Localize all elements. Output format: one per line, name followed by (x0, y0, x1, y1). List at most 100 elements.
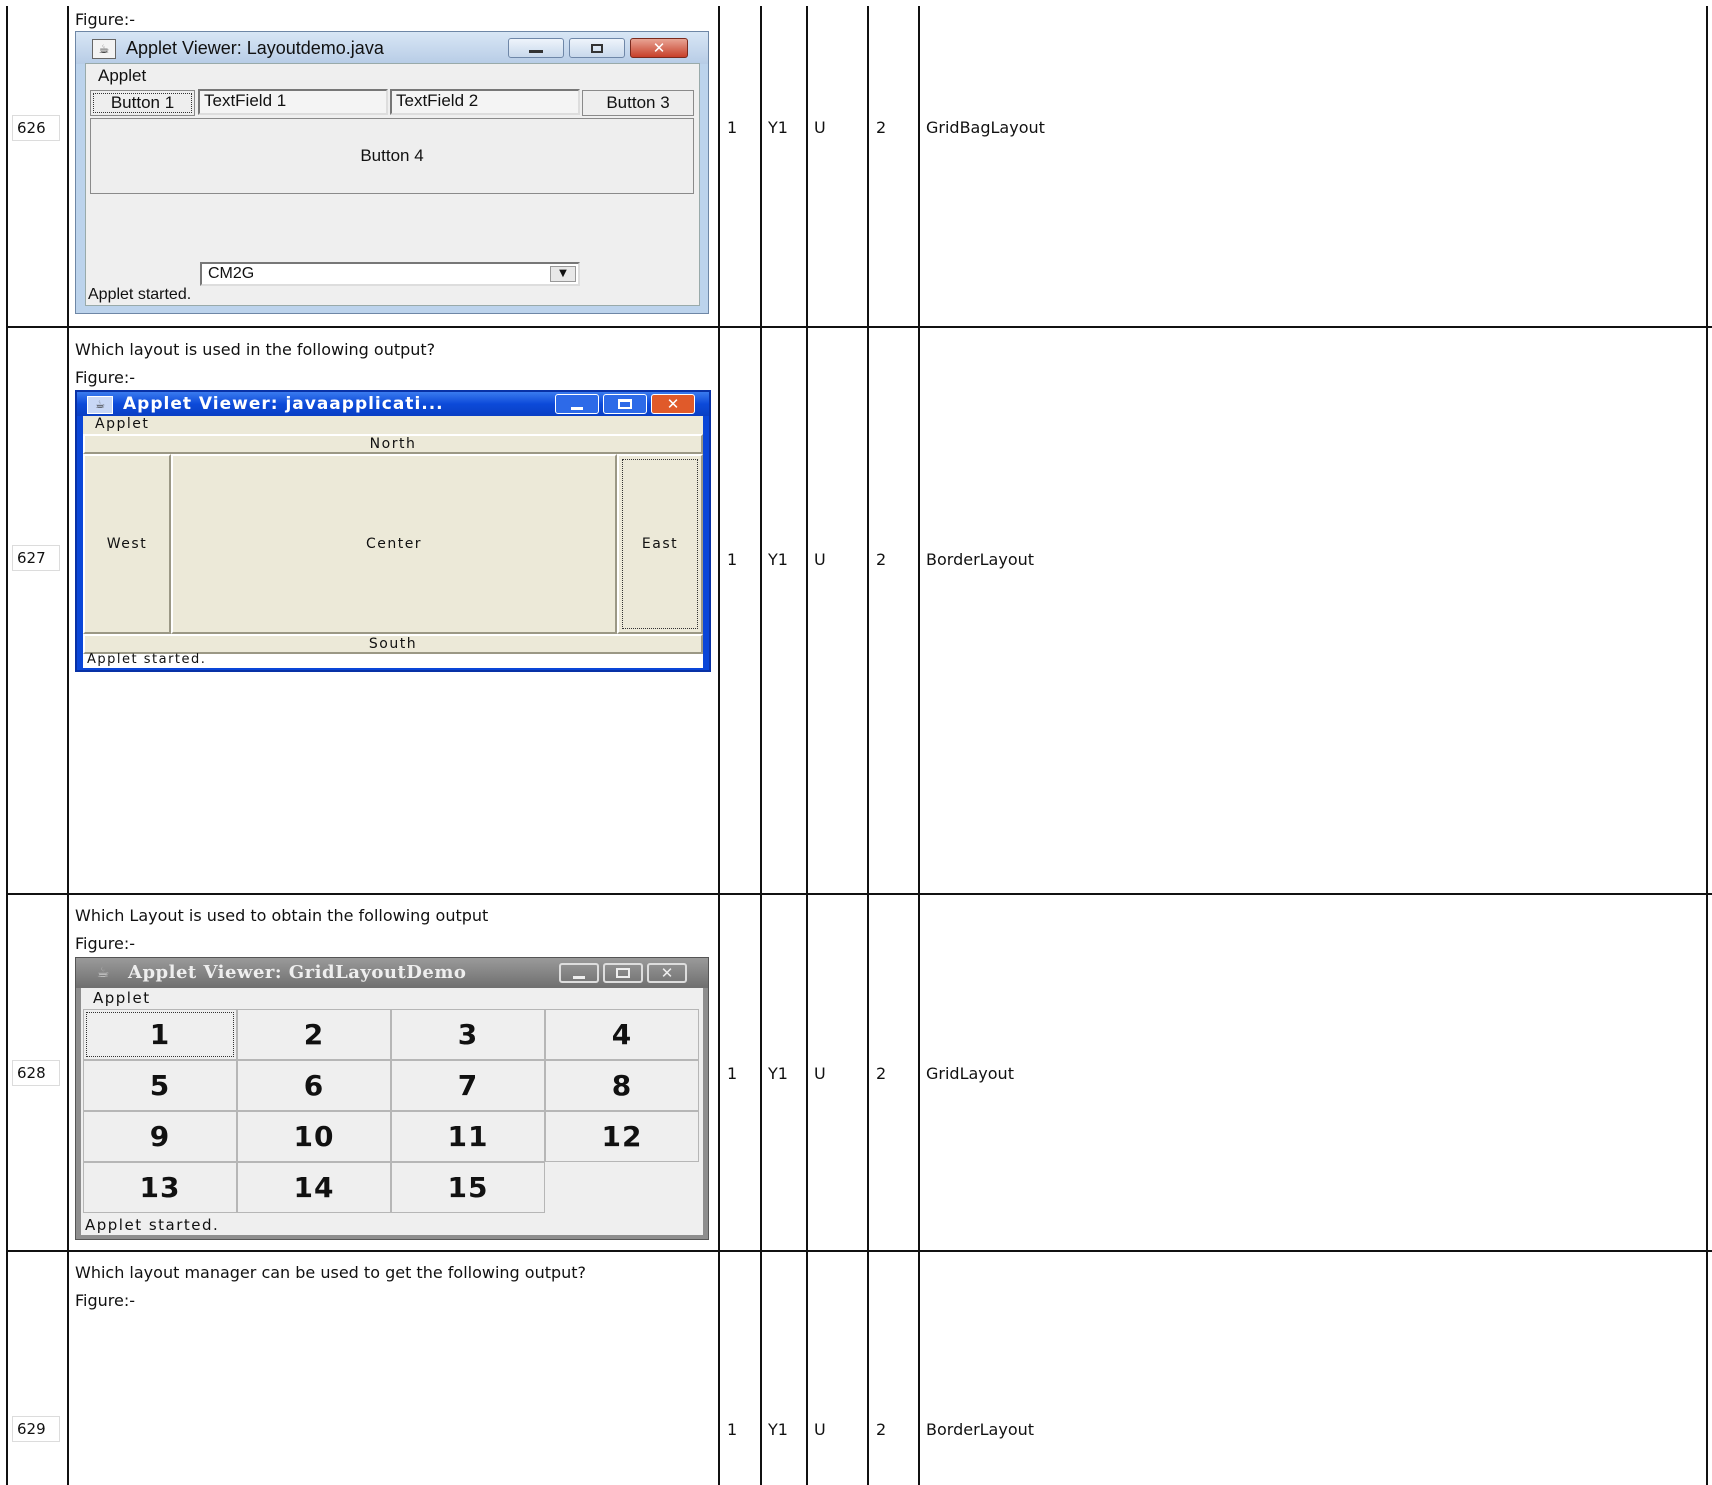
maximize-icon[interactable] (603, 394, 647, 414)
col-divider (6, 6, 8, 1485)
col-divider (760, 6, 762, 1485)
question-id: 629 (12, 1416, 60, 1442)
applet-menu[interactable]: Applet (93, 989, 151, 1007)
applet-menu[interactable]: Applet (95, 416, 149, 432)
button-1[interactable]: Button 1 (90, 90, 195, 116)
applet-window-gridbag: ☕ Applet Viewer: Layoutdemo.java ✕ Apple… (75, 31, 709, 314)
java-icon: ☕ (92, 39, 116, 59)
grid-button[interactable]: 15 (391, 1162, 545, 1213)
col-divider (806, 6, 808, 1485)
col4-value: 2 (876, 118, 887, 137)
question-id: 627 (12, 545, 60, 571)
col4-value: 2 (876, 1064, 887, 1083)
answer-text: GridLayout (926, 1064, 1014, 1083)
col3-value: U (814, 1420, 826, 1439)
col-divider (867, 6, 869, 1485)
java-icon: ☕ (96, 965, 110, 981)
grid-button[interactable]: 8 (545, 1060, 699, 1111)
south-button[interactable]: South (83, 634, 703, 654)
grid-button[interactable]: 9 (83, 1111, 237, 1162)
row-divider (6, 1250, 1712, 1252)
figure-label: Figure:- (75, 1291, 136, 1310)
grid-button[interactable]: 13 (83, 1162, 237, 1213)
col1-value: 1 (727, 1064, 738, 1083)
col-divider (67, 6, 69, 1485)
answer-text: BorderLayout (926, 550, 1035, 569)
window-titlebar: ☕ Applet Viewer: Layoutdemo.java ✕ (76, 32, 708, 64)
combo-box[interactable]: CM2G ▼ (200, 262, 580, 286)
minimize-icon[interactable] (559, 963, 599, 983)
center-button[interactable]: Center (171, 454, 617, 634)
minimize-icon[interactable] (555, 394, 599, 414)
row-divider (6, 326, 1712, 328)
applet-window-grid: ☕ Applet Viewer: GridLayoutDemo ✕ Applet… (75, 957, 709, 1240)
button-4[interactable]: Button 4 (90, 118, 694, 194)
grid-button[interactable]: 10 (237, 1111, 391, 1162)
answer-text: BorderLayout (926, 1420, 1035, 1439)
window-titlebar: ☕ Applet Viewer: javaapplicati... ✕ (77, 392, 709, 416)
minimize-icon[interactable] (508, 38, 564, 58)
applet-content: Applet Button 1 TextField 1 TextField 2 … (85, 63, 700, 306)
question-text: Which layout is used in the following ou… (75, 340, 436, 359)
grid-button[interactable]: 3 (391, 1009, 545, 1060)
col4-value: 2 (876, 1420, 887, 1439)
col4-value: 2 (876, 550, 887, 569)
col2-value: Y1 (768, 118, 788, 137)
status-text: Applet started. (88, 286, 192, 303)
col2-value: Y1 (768, 1064, 788, 1083)
col2-value: Y1 (768, 550, 788, 569)
close-icon[interactable]: ✕ (647, 963, 687, 983)
chevron-down-icon[interactable]: ▼ (550, 266, 576, 282)
question-id: 626 (12, 115, 60, 141)
row-divider (6, 893, 1712, 895)
col-divider (918, 6, 920, 1485)
col3-value: U (814, 550, 826, 569)
close-icon[interactable]: ✕ (651, 394, 695, 414)
col3-value: U (814, 118, 826, 137)
combo-value: CM2G (208, 265, 255, 282)
applet-content: Applet 1 2 3 4 5 6 7 8 9 10 11 12 13 14 … (81, 988, 703, 1235)
grid-button[interactable]: 14 (237, 1162, 391, 1213)
west-button[interactable]: West (83, 454, 171, 634)
question-text: Which Layout is used to obtain the follo… (75, 906, 489, 925)
grid-button[interactable]: 12 (545, 1111, 699, 1162)
grid-button[interactable]: 5 (83, 1060, 237, 1111)
question-id: 628 (12, 1060, 60, 1086)
grid-button[interactable]: 4 (545, 1009, 699, 1060)
figure-label: Figure:- (75, 934, 136, 953)
applet-menu[interactable]: Applet (98, 66, 146, 86)
col3-value: U (814, 1064, 826, 1083)
col2-value: Y1 (768, 1420, 788, 1439)
col-divider (718, 6, 720, 1485)
east-button[interactable]: East (617, 454, 703, 634)
status-text: Applet started. (85, 1216, 220, 1234)
north-button[interactable]: North (83, 434, 703, 454)
window-titlebar: ☕ Applet Viewer: GridLayoutDemo ✕ (76, 958, 708, 988)
figure-label: Figure:- (75, 368, 136, 387)
grid-button[interactable]: 6 (237, 1060, 391, 1111)
java-icon: ☕ (87, 396, 113, 414)
grid-button[interactable]: 1 (83, 1009, 237, 1060)
window-title: Applet Viewer: GridLayoutDemo (128, 962, 467, 983)
col1-value: 1 (727, 118, 738, 137)
textfield-1[interactable]: TextField 1 (198, 89, 388, 115)
window-title: Applet Viewer: javaapplicati... (123, 394, 444, 414)
applet-window-border: ☕ Applet Viewer: javaapplicati... ✕ Appl… (75, 390, 711, 672)
window-title: Applet Viewer: Layoutdemo.java (126, 38, 384, 58)
figure-label: Figure:- (75, 10, 136, 29)
col1-value: 1 (727, 1420, 738, 1439)
grid-button[interactable]: 7 (391, 1060, 545, 1111)
applet-content: Applet North West Center East South Appl… (83, 416, 703, 668)
button-3[interactable]: Button 3 (582, 90, 694, 116)
textfield-2[interactable]: TextField 2 (390, 89, 580, 115)
answer-text: GridBagLayout (926, 118, 1045, 137)
col-divider (1706, 6, 1708, 1485)
question-text: Which layout manager can be used to get … (75, 1263, 587, 1282)
col1-value: 1 (727, 550, 738, 569)
grid-button[interactable]: 2 (237, 1009, 391, 1060)
close-icon[interactable]: ✕ (630, 38, 688, 58)
status-text: Applet started. (87, 652, 207, 667)
maximize-icon[interactable] (603, 963, 643, 983)
grid-button[interactable]: 11 (391, 1111, 545, 1162)
maximize-icon[interactable] (569, 38, 625, 58)
